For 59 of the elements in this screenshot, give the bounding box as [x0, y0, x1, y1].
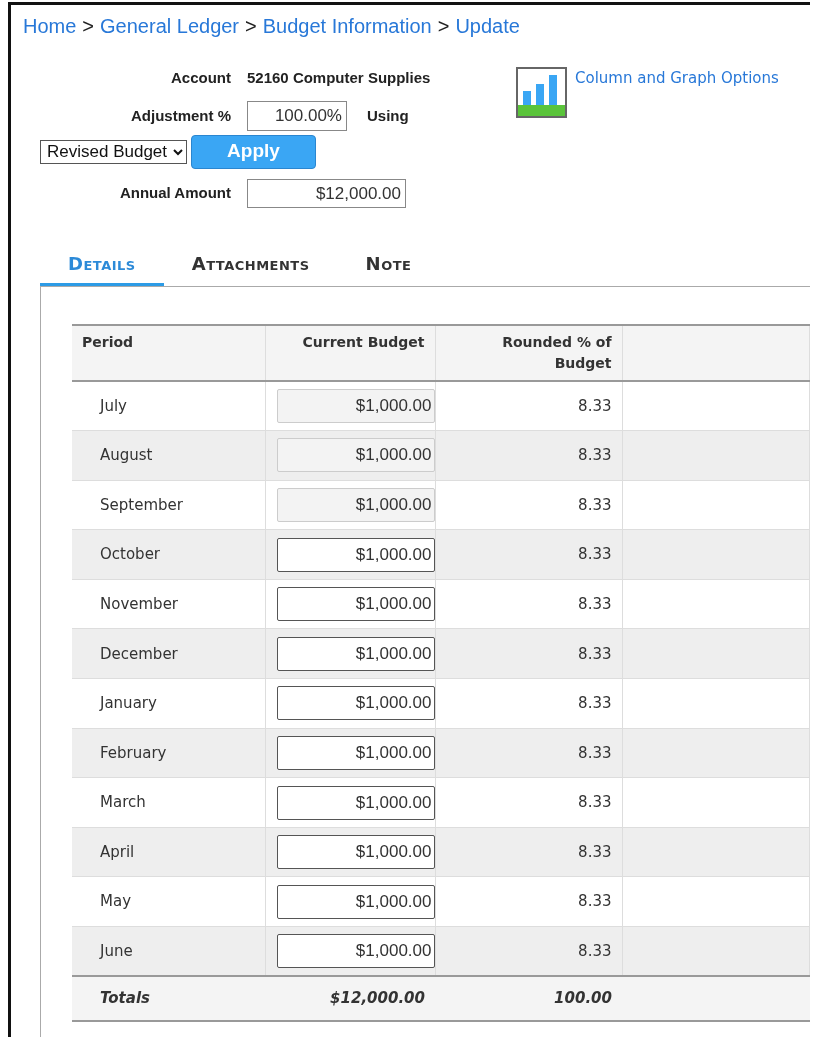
adjustment-label: Adjustment % — [130, 105, 231, 126]
annual-amount-label: Annual Amount — [118, 183, 231, 203]
budget-amount-field[interactable]: $1,000.00 — [276, 537, 435, 572]
budget-amount-field[interactable]: $1,000.00 — [276, 686, 435, 721]
tab[interactable]: Attachments — [163, 248, 338, 286]
budget-amount-field[interactable]: $1,000.00 — [276, 884, 435, 919]
budget-amount-field[interactable]: $1,000.00 — [276, 835, 435, 870]
using-label: Using — [367, 105, 409, 126]
tab[interactable]: Details — [40, 248, 164, 286]
period-label: July — [100, 396, 127, 415]
period-label: November — [100, 594, 179, 613]
budget-amount-field[interactable]: $1,000.00 — [276, 587, 435, 622]
breadcrumb-link[interactable]: General Ledger — [100, 11, 240, 41]
percent-value: 8.33 — [578, 644, 612, 663]
breadcrumb-link[interactable]: Budget Information — [262, 11, 432, 41]
tab[interactable]: Note — [337, 248, 440, 286]
budget-amount-field[interactable]: $1,000.00 — [276, 735, 435, 770]
percent-value: 8.33 — [578, 396, 612, 415]
period-label: December — [100, 644, 178, 663]
breadcrumb-link[interactable]: Update — [455, 11, 520, 41]
percent-value: 8.33 — [578, 793, 612, 812]
percent-value: 8.33 — [578, 743, 612, 762]
totals-label: Totals — [100, 989, 150, 1008]
column-header: Rounded % of Budget — [501, 333, 612, 373]
percent-value: 8.33 — [578, 495, 612, 514]
bar-chart-icon[interactable] — [516, 67, 567, 118]
percent-value: 8.33 — [578, 446, 612, 465]
period-label: January — [100, 694, 157, 713]
period-label: February — [100, 743, 167, 762]
budget-type-select[interactable]: Revised Budget — [40, 139, 187, 164]
account-label: Account — [170, 67, 231, 88]
period-label: May — [100, 892, 131, 911]
percent-value: 8.33 — [578, 545, 612, 564]
period-label: June — [100, 941, 133, 960]
period-label: September — [100, 495, 183, 514]
period-label: April — [100, 842, 135, 861]
breadcrumb-separator: > — [82, 14, 95, 39]
percent-value: 8.33 — [578, 594, 612, 613]
period-label: October — [100, 545, 161, 564]
percent-value: 8.33 — [578, 892, 612, 911]
column-graph-options-link[interactable]: Column and Graph Options — [575, 67, 779, 90]
total-budget: $12,000.00 — [330, 989, 425, 1008]
percent-value: 8.33 — [578, 694, 612, 713]
budget-amount-field[interactable]: $1,000.00 — [276, 636, 435, 671]
budget-amount-field[interactable]: $1,000.00 — [276, 934, 435, 969]
account-value: 52160 Computer Supplies — [247, 67, 431, 88]
breadcrumb-link[interactable]: Home — [23, 11, 77, 41]
period-label: August — [100, 446, 153, 465]
period-label: March — [100, 793, 146, 812]
annual-amount-field[interactable]: $12,000.00 — [247, 178, 406, 208]
column-header: Period — [82, 334, 134, 350]
percent-value: 8.33 — [578, 941, 612, 960]
percent-value: 8.33 — [578, 842, 612, 861]
adjustment-field[interactable]: 100.00% — [247, 101, 347, 131]
total-percent: 100.00 — [554, 989, 612, 1008]
breadcrumb-separator: > — [437, 14, 450, 39]
breadcrumb-separator: > — [245, 14, 257, 39]
column-header: Current Budget — [302, 333, 425, 352]
budget-amount-field[interactable]: $1,000.00 — [276, 785, 435, 820]
